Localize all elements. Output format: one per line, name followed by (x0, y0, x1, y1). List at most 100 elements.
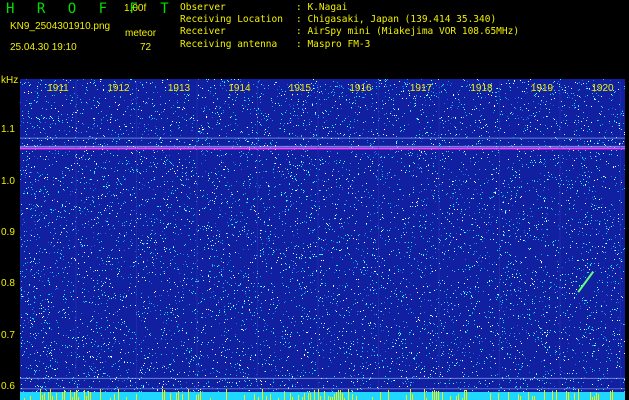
noise-pixel (433, 198, 434, 199)
noise-pixel (272, 120, 273, 121)
noise-pixel (413, 175, 414, 176)
noise-pixel (581, 253, 582, 254)
noise-pixel (577, 191, 578, 192)
noise-pixel (101, 318, 102, 319)
noise-pixel (409, 255, 410, 256)
noise-pixel (308, 357, 309, 358)
noise-pixel (461, 86, 462, 87)
noise-pixel (572, 273, 573, 274)
noise-pixel (504, 328, 505, 329)
noise-pixel (503, 268, 504, 269)
noise-pixel (214, 189, 215, 190)
noise-pixel (415, 317, 416, 318)
noise-pixel (429, 97, 430, 98)
noise-pixel (153, 162, 154, 163)
noise-pixel (168, 381, 169, 382)
noise-pixel (566, 292, 567, 293)
noise-pixel (289, 183, 290, 184)
noise-pixel (538, 339, 539, 340)
noise-pixel (403, 321, 404, 322)
noise-pixel (152, 387, 153, 388)
noise-pixel (101, 123, 102, 124)
noise-pixel (324, 122, 325, 123)
noise-pixel (370, 159, 371, 160)
noise-pixel (579, 219, 580, 220)
noise-pixel (219, 164, 220, 165)
noise-pixel (69, 126, 70, 127)
noise-pixel (247, 199, 248, 200)
noise-pixel (280, 385, 281, 386)
noise-pixel (104, 292, 105, 293)
noise-pixel (515, 379, 516, 380)
noise-pixel (374, 239, 375, 240)
noise-pixel (517, 190, 518, 191)
noise-pixel (216, 124, 217, 125)
noise-pixel (565, 315, 566, 316)
noise-pixel (366, 381, 367, 382)
noise-pixel (426, 215, 427, 216)
noise-pixel (563, 352, 564, 353)
noise-pixel (566, 176, 567, 177)
noise-pixel (536, 112, 537, 113)
noise-pixel (252, 142, 253, 143)
noise-pixel (44, 117, 45, 118)
noise-pixel (390, 371, 391, 372)
noise-pixel (562, 89, 563, 90)
noise-pixel (62, 173, 63, 174)
noise-pixel (350, 375, 351, 376)
noise-pixel (77, 140, 78, 141)
noise-pixel (411, 382, 412, 383)
noise-pixel (140, 159, 141, 160)
noise-pixel (249, 380, 250, 381)
noise-pixel (115, 132, 116, 133)
noise-pixel (464, 382, 465, 383)
noise-pixel (432, 330, 433, 331)
noise-pixel (323, 327, 324, 328)
noise-pixel (433, 335, 434, 336)
noise-pixel (370, 276, 371, 277)
noise-pixel (370, 387, 371, 388)
noise-pixel (186, 264, 187, 265)
noise-pixel (371, 333, 372, 334)
noise-pixel (593, 199, 594, 200)
noise-pixel (319, 254, 320, 255)
noise-pixel (290, 346, 291, 347)
noise-pixel (622, 281, 623, 282)
noise-pixel (51, 293, 52, 294)
noise-pixel (303, 190, 304, 191)
noise-pixel (475, 287, 476, 288)
noise-pixel (412, 236, 413, 237)
noise-pixel (556, 121, 557, 122)
noise-pixel (363, 377, 364, 378)
noise-pixel (414, 96, 415, 97)
noise-pixel (90, 298, 91, 299)
noise-pixel (557, 298, 558, 299)
noise-pixel (441, 91, 442, 92)
noise-pixel (41, 313, 42, 314)
noise-pixel (216, 276, 217, 277)
y-tick-label: 1.1 (1, 124, 15, 136)
noise-pixel (335, 86, 336, 87)
noise-pixel (226, 90, 227, 91)
noise-pixel (393, 100, 394, 101)
noise-pixel (118, 322, 119, 323)
noise-pixel (467, 292, 468, 293)
noise-pixel (380, 179, 381, 180)
noise-pixel (21, 365, 22, 366)
noise-pixel (397, 140, 398, 141)
noise-pixel (498, 194, 499, 195)
noise-pixel (309, 233, 310, 234)
noise-pixel (61, 254, 62, 255)
noise-pixel (94, 172, 95, 173)
noise-pixel (208, 275, 209, 276)
noise-pixel (26, 100, 27, 101)
noise-pixel (482, 349, 483, 350)
noise-pixel (500, 279, 501, 280)
noise-pixel (466, 180, 467, 181)
noise-pixel (84, 289, 85, 290)
noise-pixel (593, 80, 594, 81)
noise-pixel (194, 391, 195, 392)
noise-pixel (69, 170, 70, 171)
noise-pixel (218, 391, 219, 392)
noise-pixel (576, 124, 577, 125)
